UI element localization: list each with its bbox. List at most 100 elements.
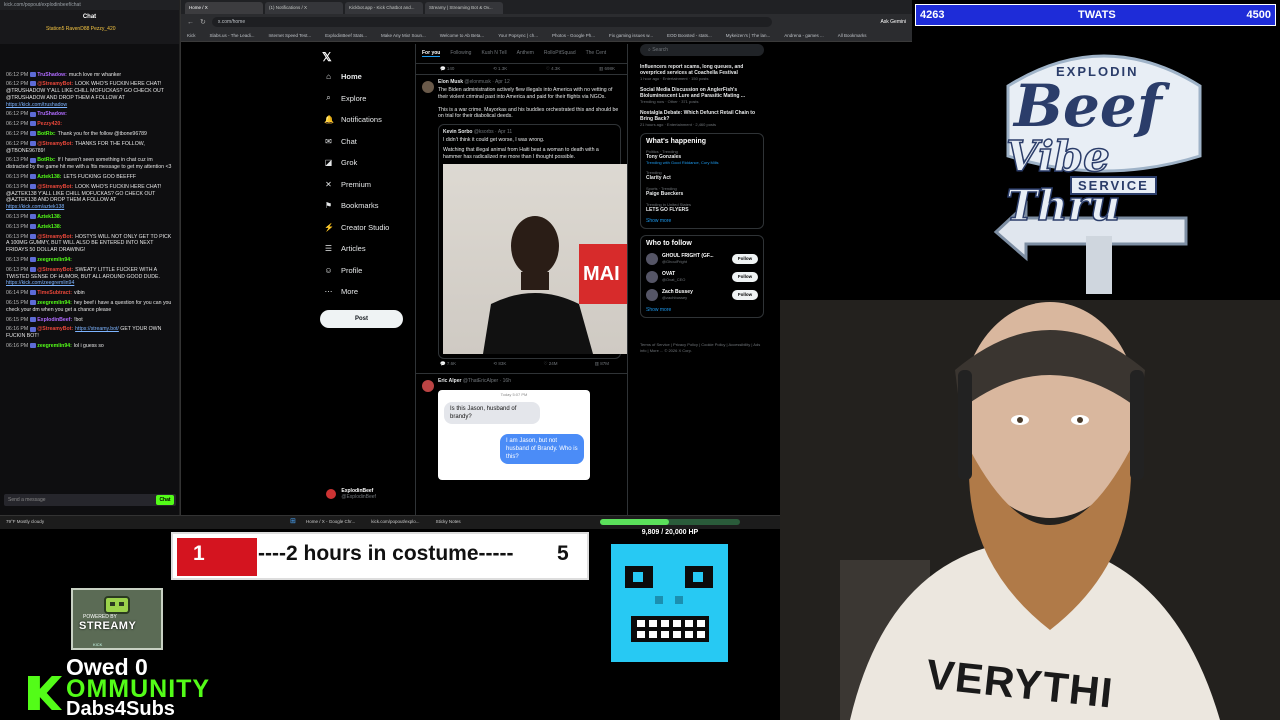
repost-count[interactable]: ⟲ 1.3K <box>493 66 507 72</box>
chat-username[interactable]: TimeSubtract: <box>37 290 72 296</box>
mod-name[interactable]: Station5 <box>46 26 66 32</box>
chat-username[interactable]: BotRix: <box>37 131 55 137</box>
nav-item-creator-studio[interactable]: ⚡ Creator Studio <box>324 217 424 239</box>
bookmark-item[interactable]: Photos - Google Ph... <box>552 33 595 38</box>
bookmark-item[interactable]: Mykeizen's | The lan... <box>726 33 770 38</box>
x-footer[interactable]: Terms of Service | Privacy Policy | Cook… <box>640 342 764 354</box>
avatar[interactable] <box>422 380 434 392</box>
show-more-follows[interactable]: Show more <box>646 307 758 313</box>
bookmark-item[interactable]: Internet Speed Test... <box>268 33 311 38</box>
nav-item-chat[interactable]: ✉ Chat <box>324 131 424 153</box>
follow-name[interactable]: GHOUL FRIGHT (GF... @GhoulFright <box>662 253 728 265</box>
bookmark-item[interactable]: Andrena - games ... <box>784 33 824 38</box>
chat-username[interactable]: Aztek138: <box>37 214 61 220</box>
trend-item[interactable]: Sports · Trending Paige Bueckers <box>646 186 758 197</box>
chat-username[interactable]: TruShadow: <box>37 72 67 78</box>
follow-name[interactable]: OVAT @Ovat_CEO <box>662 271 728 283</box>
taskbar-app[interactable]: Sticky Notes <box>436 519 461 524</box>
search-input[interactable]: ⌕ Search <box>640 44 764 56</box>
reply-count[interactable]: 💬 140 <box>440 66 454 72</box>
repost-count[interactable]: ⟲ 83K <box>493 361 506 367</box>
follow-button[interactable]: Follow <box>732 272 758 282</box>
like-count[interactable]: ♡ 24M <box>543 361 557 367</box>
chat-username[interactable]: @StreamyBot: <box>37 267 73 273</box>
trend-item[interactable]: Politics · Trending Tony Gonzales Trending… <box>646 149 758 165</box>
avatar[interactable] <box>646 289 658 301</box>
chat-username[interactable]: TruShadow: <box>37 111 67 117</box>
feed-tab[interactable]: Kush N Tell <box>481 50 506 57</box>
bookmark-item[interactable]: All Bookmarks <box>838 33 867 38</box>
chat-send-button[interactable]: Chat <box>156 495 174 505</box>
chat-link[interactable]: https://kick.com/aztek138 <box>6 204 64 210</box>
browser-tab[interactable]: Home / X <box>185 2 263 14</box>
tweet-musk[interactable]: Elon Musk @elonmusk · Apr 12 The Biden a… <box>416 74 627 373</box>
tweet-alper[interactable]: Eric Alper @ThatEricAlper · 16h Today 5:… <box>416 373 627 483</box>
chat-username[interactable]: ExplodinBeef: <box>37 317 72 323</box>
nav-item-notifications[interactable]: 🔔 Notifications <box>324 109 424 131</box>
quoted-tweet[interactable]: Kevin Sorbo @ksorbs · Apr 11 I didn't th… <box>438 123 627 359</box>
weather[interactable]: 79°F Mostly cloudy <box>6 519 44 524</box>
feed-tab[interactable]: The Cent <box>586 50 607 57</box>
post-button[interactable]: Post <box>320 310 403 328</box>
mod-name[interactable]: Pezzy_420 <box>91 26 116 32</box>
feed-tab[interactable]: Following <box>450 50 471 57</box>
chat-username[interactable]: zeegremlin94: <box>37 300 72 306</box>
chat-username[interactable]: zeegremlin94: <box>37 257 72 263</box>
quote-photo[interactable]: MAI <box>443 164 627 354</box>
chat-username[interactable]: @StreamyBot: <box>37 184 73 190</box>
follow-name[interactable]: Zach Bussey @zachbussey <box>662 289 728 301</box>
chat-link[interactable]: https://kick.com/zeegremlin94 <box>6 280 74 286</box>
mod-name[interactable]: RavenD88 <box>66 26 91 32</box>
tweet-author[interactable]: Eric Alper <box>438 378 461 384</box>
bookmark-item[interactable]: Welcome to Ab Beta... <box>440 33 484 38</box>
trend-item[interactable]: Trending in United States LETS GO FLYERS <box>646 202 758 213</box>
chat-username[interactable]: zeegremlin94: <box>37 343 72 349</box>
avatar[interactable] <box>646 271 658 283</box>
nav-item-grok[interactable]: ◪ Grok <box>324 152 424 174</box>
address-bar[interactable]: x.com/home <box>211 17 772 27</box>
follow-button[interactable]: Follow <box>732 254 758 264</box>
news-item[interactable]: Social Media Discussion on AnglerFish's … <box>640 87 764 104</box>
feed-tab[interactable]: RolloPitSquad <box>544 50 576 57</box>
show-more-trends[interactable]: Show more <box>646 218 758 224</box>
nav-item-profile[interactable]: ☺ Profile <box>324 260 424 282</box>
avatar[interactable] <box>646 253 658 265</box>
trend-item[interactable]: Trending Clarity Act <box>646 170 758 181</box>
reply-count[interactable]: 💬 7.6K <box>440 361 456 367</box>
reload-icon[interactable]: ↻ <box>200 18 206 26</box>
taskbar-app[interactable]: Home / X - Google Chr... <box>306 519 355 524</box>
browser-tab[interactable]: Streamy | Streaming Bot & Ov... <box>425 2 503 14</box>
feed-tab[interactable]: For you <box>422 50 441 57</box>
news-item[interactable]: Nostalgia Debate: Which Defunct Retail C… <box>640 110 764 127</box>
nav-item-home[interactable]: ⌂ Home <box>324 66 424 88</box>
chat-input[interactable]: Send a message <box>4 494 176 506</box>
sms-screenshot[interactable]: Today 5:07 PM Is this Jason, husband of … <box>438 390 590 480</box>
tweet-author[interactable]: Elon Musk <box>438 79 463 85</box>
windows-start-icon[interactable]: ⊞ <box>290 517 296 525</box>
browser-tab[interactable]: (1) Notifications / X <box>265 2 343 14</box>
bookmark-item[interactable]: Your Popsync | ch... <box>498 33 538 38</box>
bookmark-item[interactable]: Kick <box>187 33 196 38</box>
profile-switcher[interactable]: ExplodinBeef @ExplodinBeef <box>326 488 376 500</box>
bookmark-item[interactable]: Slabs.us - The Leadi... <box>210 33 255 38</box>
views-count[interactable]: ▥ 698K <box>599 66 615 72</box>
feed-tab[interactable]: Anthem <box>517 50 534 57</box>
nav-item-bookmarks[interactable]: ⚑ Bookmarks <box>324 195 424 217</box>
ask-gemini-button[interactable]: Ask Gemini <box>880 19 906 25</box>
chat-username[interactable]: @StreamyBot: <box>37 81 73 87</box>
chat-username[interactable]: @StreamyBot: <box>37 326 73 332</box>
bookmark-item[interactable]: ExplodinBeef Stats... <box>325 33 367 38</box>
nav-item-more[interactable]: ⋯ More <box>324 281 424 303</box>
like-count[interactable]: ♡ 4.3K <box>546 66 561 72</box>
chat-username[interactable]: BotRix: <box>37 157 55 163</box>
chat-username[interactable]: @StreamyBot: <box>37 141 73 147</box>
bookmark-item[interactable]: EOD Boosted - stats... <box>667 33 712 38</box>
news-item[interactable]: Influencers report scams, long queues, a… <box>640 64 764 81</box>
chat-username[interactable]: @StreamyBot: <box>37 234 73 240</box>
x-logo-icon[interactable]: 𝕏 <box>322 50 332 64</box>
avatar[interactable] <box>422 81 434 93</box>
chat-username[interactable]: Pezzy420: <box>37 121 62 127</box>
nav-item-articles[interactable]: ☰ Articles <box>324 238 424 260</box>
nav-item-explore[interactable]: ⌕ Explore <box>324 88 424 110</box>
back-icon[interactable]: ← <box>187 19 194 26</box>
